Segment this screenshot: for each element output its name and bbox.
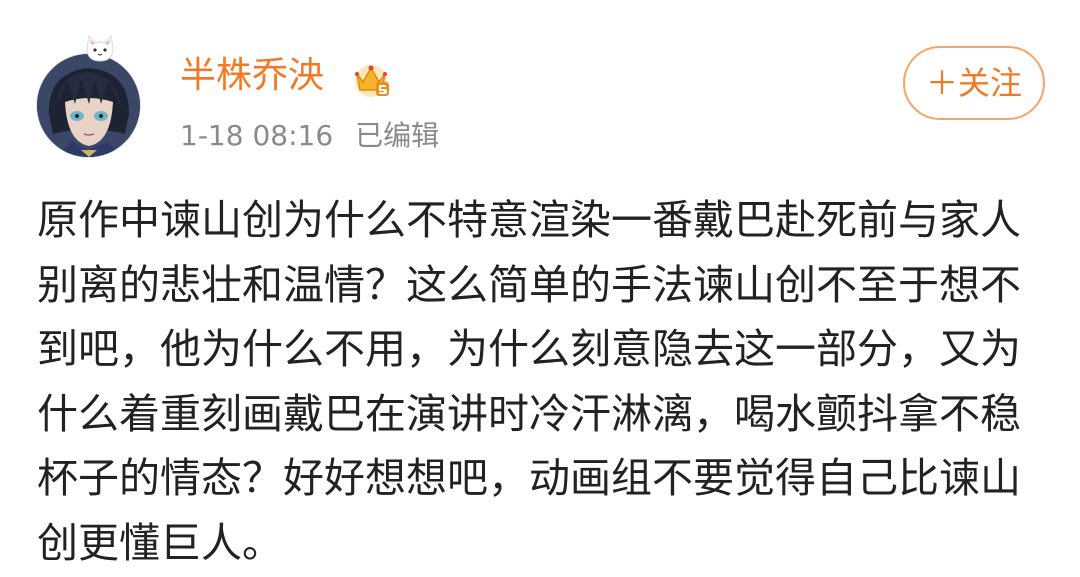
post-timestamp: 1-18 08:16 [180, 119, 334, 152]
post-content: 原作中谏山创为什么不特意渲染一番戴巴赴死前与家人别离的悲壮和温情？这么简单的手法… [37, 196, 1021, 567]
cat-ears-badge-icon [86, 34, 114, 62]
weibo-post: 半株乔泱 1-18 08:16 已编辑 ＋关注 原作中谏山创为什么不特意渲染一番戴… [0, 0, 1080, 577]
crown-vip-icon[interactable] [350, 60, 392, 98]
avatar-anime-boy-icon [37, 54, 140, 157]
post-meta: 1-18 08:16 已编辑 [180, 117, 439, 155]
follow-button[interactable]: ＋关注 [903, 46, 1045, 120]
author-name[interactable]: 半株乔泱 [180, 52, 324, 100]
avatar[interactable] [37, 54, 140, 157]
edited-label: 已编辑 [355, 119, 440, 152]
